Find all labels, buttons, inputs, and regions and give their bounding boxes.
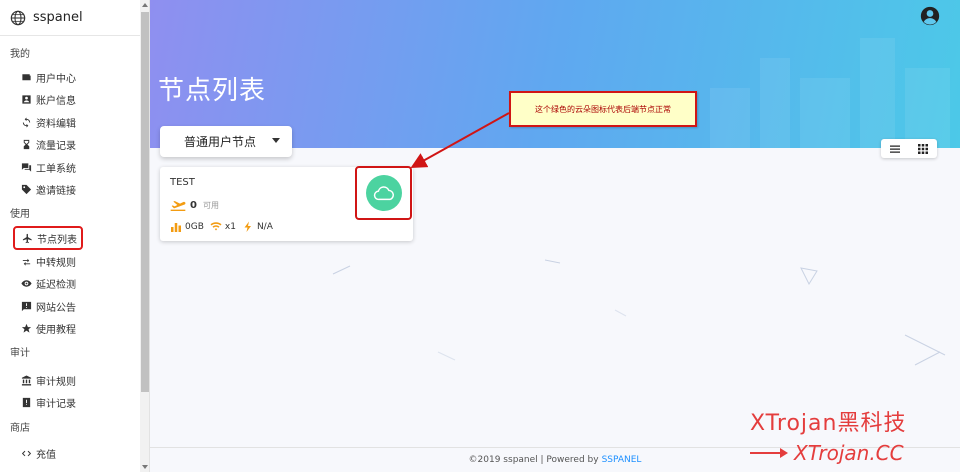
node-status-indicator[interactable] — [365, 175, 402, 211]
sidebar-item-announcement[interactable]: 网站公告 — [0, 295, 149, 318]
bank-icon — [20, 374, 32, 386]
node-name: TEST — [170, 177, 195, 188]
scroll-down-arrow-icon[interactable] — [142, 465, 148, 469]
sidebar-item-invite[interactable]: 邀请链接 — [0, 179, 149, 202]
lightning-icon — [244, 221, 251, 232]
footer-text: ©2019 sspanel | Powered by — [468, 455, 599, 465]
star-icon — [20, 323, 32, 335]
sidebar-item-user-center[interactable]: 用户中心 — [0, 66, 149, 89]
airplane-icon — [21, 232, 33, 244]
airplane-takeoff-icon — [170, 201, 186, 211]
node-group-selected: 普通用户节点 — [184, 135, 257, 149]
arrow-right-icon — [750, 448, 788, 458]
node-group-select[interactable]: 普通用户节点 — [160, 126, 292, 157]
node-status-highlight — [355, 166, 412, 220]
sync-icon — [20, 116, 32, 128]
sidebar-item-latency[interactable]: 延迟检测 — [0, 273, 149, 296]
section-shop: 商店 — [10, 423, 30, 434]
sidebar-item-account[interactable]: 账户信息 — [0, 89, 149, 112]
node-speed: N/A — [256, 221, 273, 232]
annotation-callout: 这个绿色的云朵图标代表后端节点正常 — [509, 91, 697, 127]
brand[interactable]: sspanel — [0, 0, 149, 36]
section-audit: 审计 — [10, 348, 30, 359]
eye-icon — [20, 278, 32, 290]
watermark-line2-row: XTrojan.CC — [750, 441, 906, 465]
account-box-icon — [20, 94, 32, 106]
grid-view-icon[interactable] — [917, 143, 929, 155]
sidebar-item-ticket[interactable]: 工单系统 — [0, 156, 149, 179]
sidebar-scrollbar[interactable] — [140, 0, 149, 472]
sidebar-item-recharge[interactable]: 充值 — [0, 442, 149, 465]
node-online-count: 0 — [190, 199, 197, 211]
code-icon — [20, 447, 32, 459]
wallet-icon — [20, 71, 32, 83]
sidebar-item-audit-rules[interactable]: 审计规则 — [0, 369, 149, 392]
brand-name: sspanel — [33, 10, 83, 25]
cloud-icon — [373, 186, 394, 201]
node-stats-row: 0GB x1 N/A — [170, 221, 279, 232]
footer-link[interactable]: SSPANEL — [602, 455, 642, 465]
sidebar-item-node-list[interactable]: 节点列表 — [13, 226, 83, 250]
announcement-icon — [20, 300, 32, 312]
section-my: 我的 — [10, 49, 30, 60]
node-online-row: 0 可用 — [170, 199, 219, 211]
watermark: XTrojan黑科技 XTrojan.CC — [750, 405, 906, 465]
scroll-up-arrow-icon[interactable] — [142, 3, 148, 7]
sidebar-item-audit-log[interactable]: 审计记录 — [0, 392, 149, 415]
watermark-line1: XTrojan黑科技 — [750, 411, 907, 436]
sidebar-item-tutorial[interactable]: 使用教程 — [0, 318, 149, 341]
globe-icon — [10, 10, 26, 25]
watermark-line2: XTrojan.CC — [794, 441, 904, 465]
account-circle-icon[interactable] — [920, 6, 940, 26]
page-title: 节点列表 — [158, 76, 267, 106]
node-rate: x1 — [224, 221, 236, 232]
hourglass-icon — [20, 139, 32, 151]
chevron-down-icon — [272, 138, 280, 143]
sidebar-item-traffic-log[interactable]: 流量记录 — [0, 134, 149, 157]
forum-icon — [20, 161, 32, 173]
bar-chart-icon — [171, 223, 181, 232]
transfer-icon — [20, 255, 32, 267]
list-view-icon[interactable] — [889, 143, 901, 155]
node-available-label: 可用 — [202, 200, 219, 210]
tag-icon — [20, 184, 32, 196]
sidebar-item-relay-rules[interactable]: 中转规则 — [0, 250, 149, 273]
node-traffic: 0GB — [185, 221, 204, 232]
sidebar-item-profile-edit[interactable]: 资料编辑 — [0, 111, 149, 134]
section-use: 使用 — [10, 209, 30, 220]
scroll-thumb[interactable] — [141, 12, 149, 392]
annotation-text: 这个绿色的云朵图标代表后端节点正常 — [535, 104, 671, 114]
view-toggle — [881, 139, 937, 158]
wifi-icon — [210, 222, 222, 231]
sidebar: sspanel 我的 用户中心 账户信息 资料编辑 流量记录 工单系统 邀请链接… — [0, 0, 150, 472]
report-icon — [20, 397, 32, 409]
